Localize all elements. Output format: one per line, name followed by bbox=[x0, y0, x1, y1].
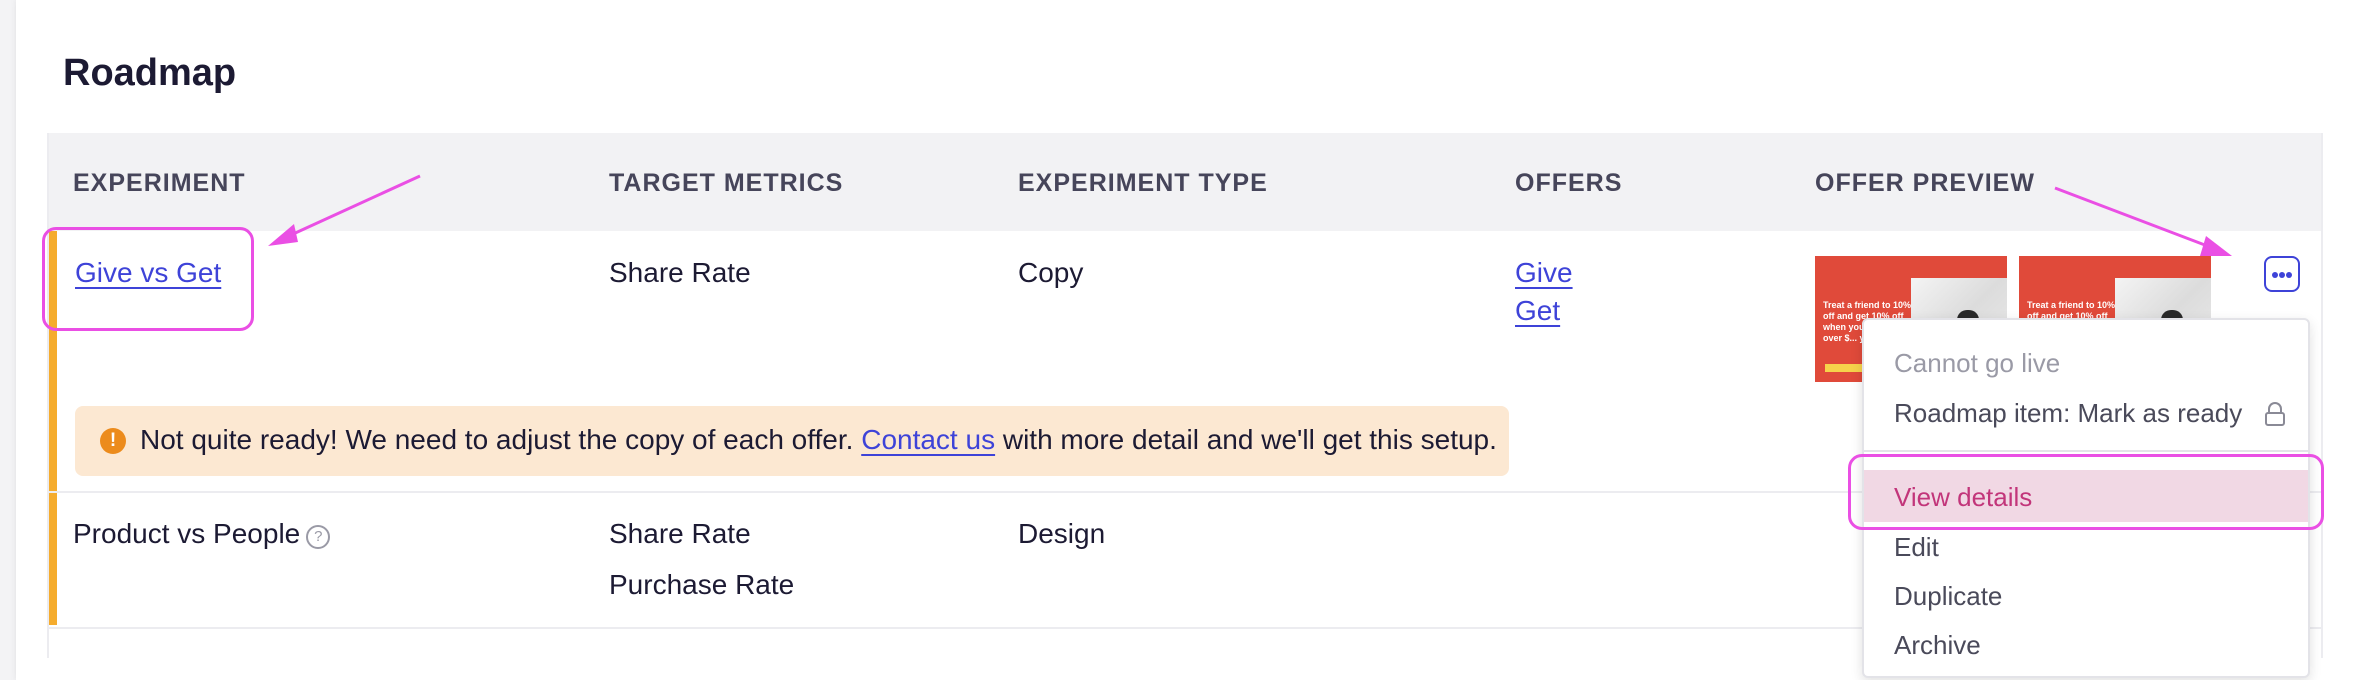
arrow-head bbox=[2200, 236, 2232, 256]
arrow-to-actions bbox=[2054, 186, 2219, 252]
arrow-head bbox=[268, 224, 298, 246]
annotation-arrows bbox=[268, 174, 2232, 256]
arrow-to-experiment bbox=[279, 174, 421, 242]
